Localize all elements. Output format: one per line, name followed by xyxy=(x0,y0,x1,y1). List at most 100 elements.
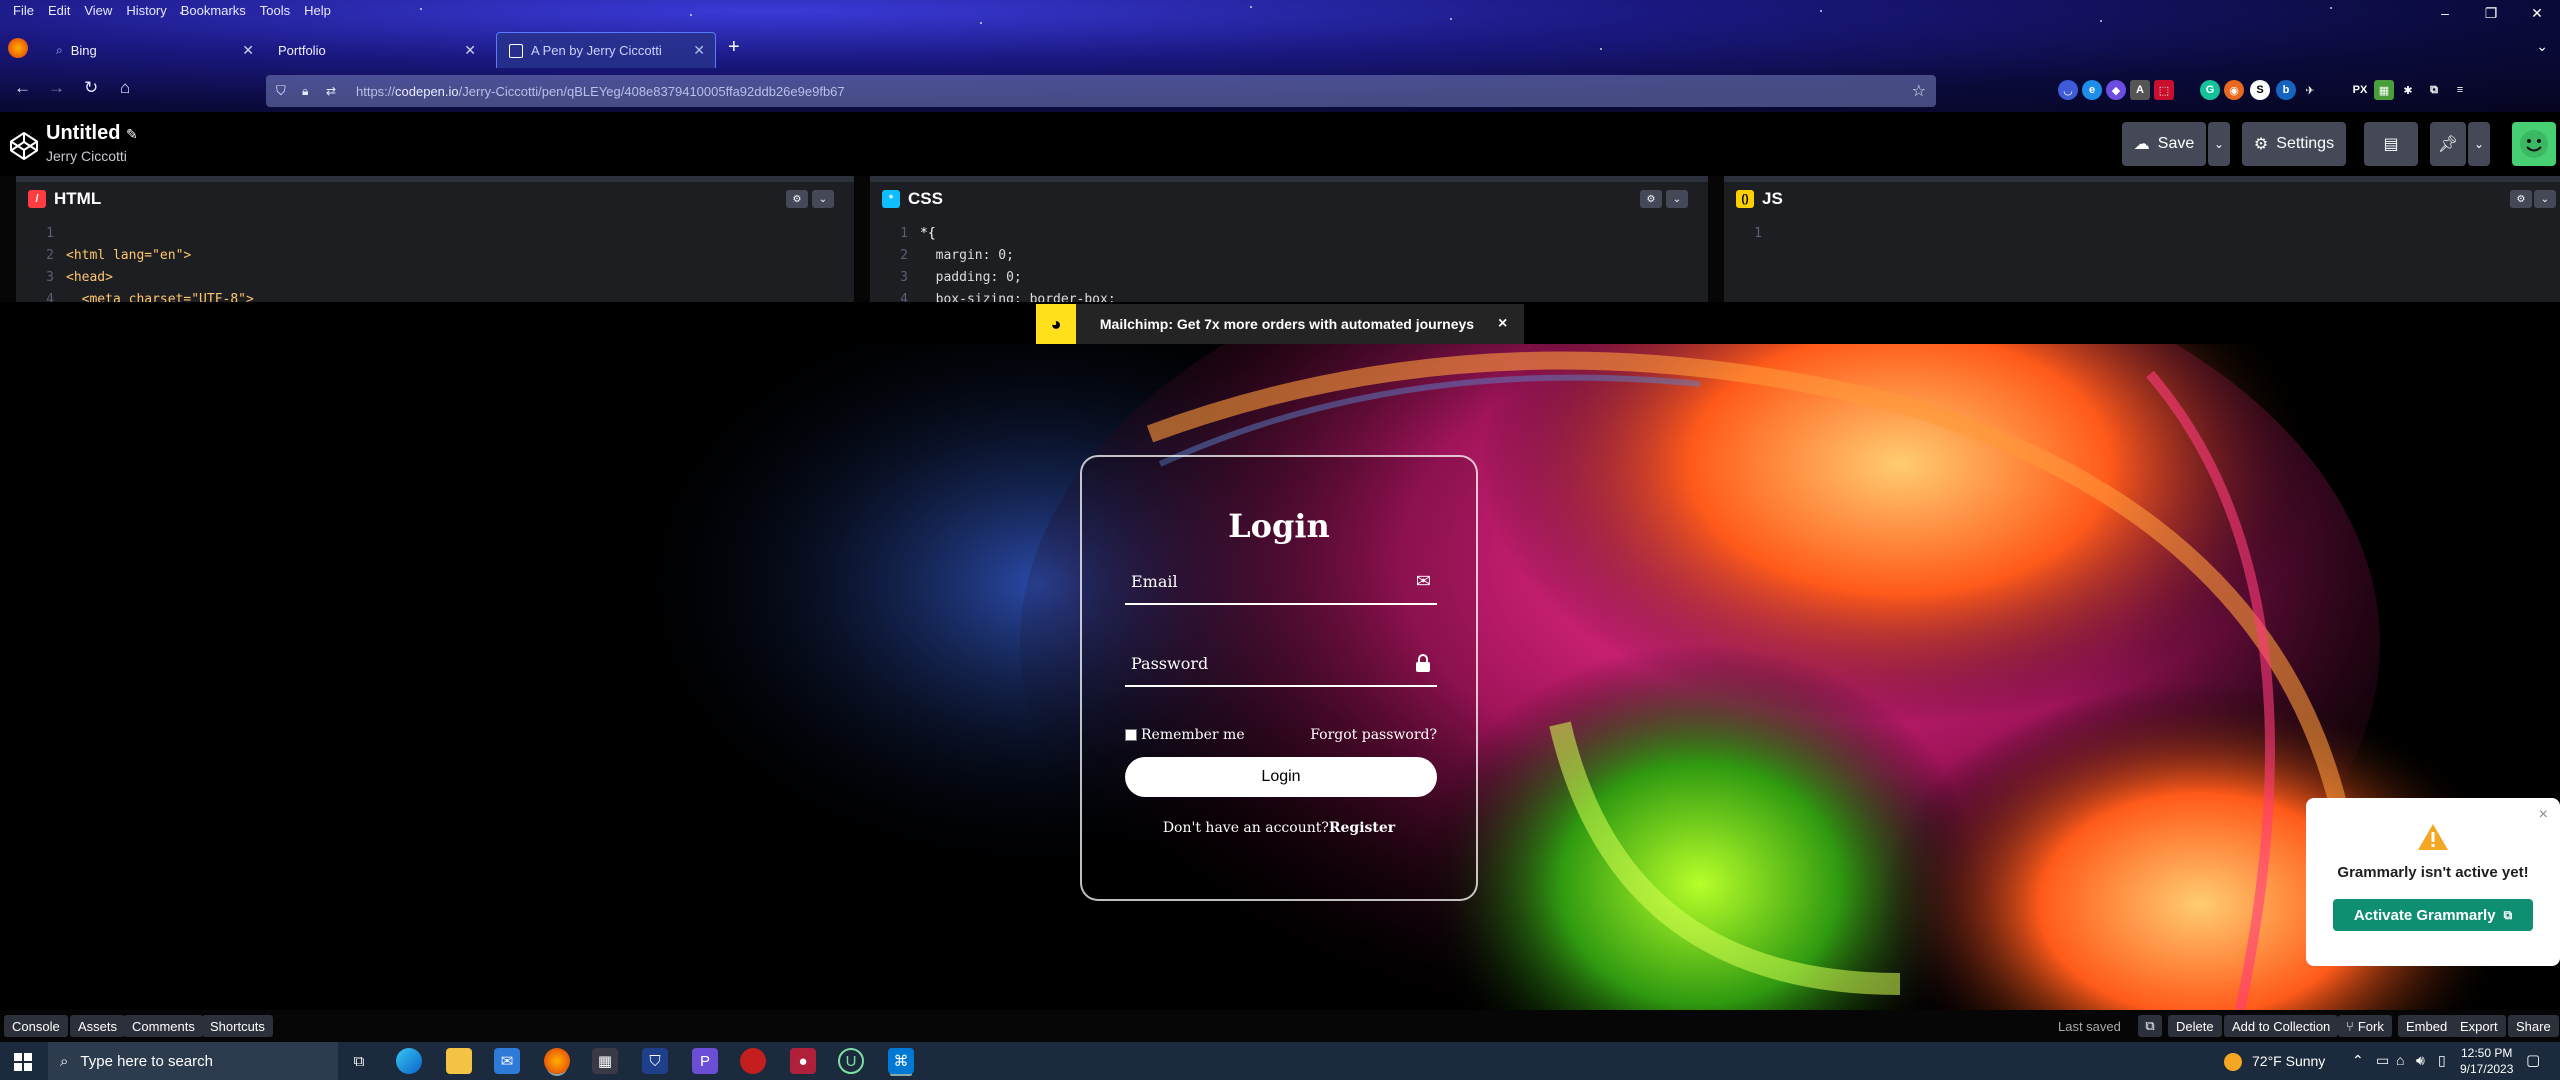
lock-icon[interactable]: 🔒︎ xyxy=(302,84,308,99)
forgot-password-link[interactable]: Forgot password? xyxy=(1310,727,1437,743)
save-button[interactable]: ☁ Save xyxy=(2122,122,2206,166)
grammarly-ext-icon[interactable]: G xyxy=(2200,80,2220,100)
volume-icon[interactable]: 🔊︎ xyxy=(2416,1052,2425,1069)
menu-view[interactable]: View xyxy=(77,3,119,18)
pocket-icon[interactable]: ◡ xyxy=(2058,80,2078,100)
file-explorer-icon[interactable] xyxy=(446,1048,472,1074)
upwork-icon[interactable]: U xyxy=(838,1048,864,1074)
extension-green-icon[interactable]: ▦ xyxy=(2374,80,2394,100)
html-code[interactable]: 1 2 <html lang="en"> 3 <head> 4 <meta char… xyxy=(16,216,854,302)
list-tabs-icon[interactable]: ⌄ xyxy=(2536,38,2548,55)
menu-history[interactable]: History xyxy=(119,3,173,18)
html-settings-button[interactable]: ⚙ xyxy=(786,190,808,208)
firefox-icon[interactable] xyxy=(8,38,28,58)
battery-icon[interactable]: ▯ xyxy=(2438,1052,2446,1069)
shield-icon[interactable]: ⛉ xyxy=(276,83,286,99)
task-view-icon[interactable]: ⧉ xyxy=(346,1048,372,1074)
codepen-logo-icon[interactable] xyxy=(8,130,40,162)
html-collapse-button[interactable]: ⌄ xyxy=(812,190,834,208)
assets-button[interactable]: Assets xyxy=(70,1015,126,1037)
menu-help[interactable]: Help xyxy=(297,3,338,18)
export-button[interactable]: Export xyxy=(2452,1015,2506,1037)
js-collapse-button[interactable]: ⌄ xyxy=(2534,190,2556,208)
p-app-icon[interactable]: P xyxy=(692,1048,718,1074)
mail-icon[interactable]: ✉ xyxy=(494,1048,520,1074)
close-tab-icon[interactable]: ✕ xyxy=(693,42,705,59)
store-icon[interactable]: ▦ xyxy=(592,1048,618,1074)
tab-bing[interactable]: ⌕ Bing ✕ xyxy=(44,32,264,68)
add-to-collection-button[interactable]: Add to Collection xyxy=(2224,1015,2339,1037)
js-code[interactable]: 1 xyxy=(1724,216,2560,302)
css-editor[interactable]: * CSS 1 *{ 2 margin: 0; 3 padding: 0; 4 b… xyxy=(870,176,1708,302)
pen-author[interactable]: Jerry Ciccotti xyxy=(46,148,127,164)
weather-text[interactable]: 72°F Sunny xyxy=(2252,1053,2325,1069)
remember-checkbox[interactable] xyxy=(1125,729,1137,741)
js-settings-button[interactable]: ⚙ xyxy=(2510,190,2532,208)
save-dropdown-button[interactable]: ⌄ xyxy=(2208,122,2230,166)
network-icon[interactable]: ⌂ xyxy=(2396,1052,2404,1068)
extensions-puzzle-icon[interactable]: ⧉ xyxy=(2424,80,2444,100)
close-window-icon[interactable]: ✕ xyxy=(2514,5,2560,22)
edge-icon[interactable] xyxy=(396,1048,422,1074)
delete-button[interactable]: Delete xyxy=(2168,1015,2222,1037)
url-bar[interactable]: ⛉ 🔒︎ ⇄ https:// codepen.io /Jerry-Ciccot… xyxy=(266,75,1936,107)
desktop-icon[interactable]: ▭ xyxy=(2376,1052,2389,1069)
remember-me[interactable]: Remember me xyxy=(1125,727,1245,743)
extension-shield-icon[interactable]: ◆ xyxy=(2106,80,2126,100)
grammarly-close-icon[interactable]: × xyxy=(2539,806,2548,824)
recorder-icon[interactable]: ● xyxy=(790,1048,816,1074)
login-button[interactable]: Login xyxy=(1125,757,1437,797)
menu-tools[interactable]: Tools xyxy=(253,3,297,18)
avatar[interactable] xyxy=(2512,122,2556,166)
menu-edit[interactable]: Edit xyxy=(41,3,77,18)
extension-bird-icon[interactable]: ✈ xyxy=(2300,80,2320,100)
html-editor[interactable]: / HTML 1 2 <html lang="en"> 3 <head> 4 <me… xyxy=(16,176,854,302)
extension-blue-icon[interactable]: e xyxy=(2082,80,2102,100)
menu-file[interactable]: File xyxy=(6,3,41,18)
close-tab-icon[interactable]: ✕ xyxy=(464,42,476,59)
ad-banner[interactable]: ◕ Mailchimp: Get 7x more orders with aut… xyxy=(1036,304,1524,344)
back-icon[interactable]: ← xyxy=(14,78,31,98)
pin-button[interactable]: 📌︎ xyxy=(2430,122,2466,166)
pen-title[interactable]: Untitled ✎ xyxy=(46,122,138,145)
new-tab-icon[interactable]: + xyxy=(728,36,740,59)
minimize-icon[interactable]: – xyxy=(2422,5,2468,21)
register-link[interactable]: Register xyxy=(1329,820,1395,836)
extension-orange-icon[interactable]: ◉ xyxy=(2224,80,2244,100)
close-tab-icon[interactable]: ✕ xyxy=(242,42,254,59)
js-editor[interactable]: () JS 1 ⚙ ⌄ xyxy=(1724,176,2560,302)
console-button[interactable]: Console xyxy=(4,1015,68,1037)
extension-b-icon[interactable]: b xyxy=(2276,80,2296,100)
email-field[interactable]: Email ✉ xyxy=(1125,559,1437,605)
vpn-shield-icon[interactable]: ⛉ xyxy=(642,1048,668,1074)
css-collapse-button[interactable]: ⌄ xyxy=(1666,190,1688,208)
open-external-button[interactable]: ⧉ xyxy=(2138,1015,2162,1037)
reload-icon[interactable]: ↻ xyxy=(84,78,98,98)
change-view-button[interactable]: ▤ xyxy=(2364,122,2418,166)
extension-a-icon[interactable]: A xyxy=(2130,80,2150,100)
css-code[interactable]: 1 *{ 2 margin: 0; 3 padding: 0; 4 box-siz… xyxy=(870,216,1708,302)
fork-button[interactable]: ⑂ Fork xyxy=(2338,1015,2392,1037)
embed-button[interactable]: Embed xyxy=(2398,1015,2456,1037)
bookmark-star-icon[interactable]: ☆ xyxy=(1912,81,1926,101)
notification-icon[interactable]: ▢ xyxy=(2526,1051,2540,1069)
restore-icon[interactable]: ❐ xyxy=(2468,5,2514,22)
extension-s-icon[interactable]: S xyxy=(2250,80,2270,100)
settings-button[interactable]: ⚙ Settings xyxy=(2242,122,2346,166)
css-settings-button[interactable]: ⚙ xyxy=(1640,190,1662,208)
vscode-icon[interactable]: ⌘ xyxy=(888,1048,914,1074)
app-menu-icon[interactable]: ≡ xyxy=(2450,80,2470,100)
extension-px-icon[interactable]: PX xyxy=(2350,80,2370,100)
password-field[interactable]: Password xyxy=(1125,641,1437,687)
permissions-icon[interactable]: ⇄ xyxy=(326,84,336,98)
chevron-up-icon[interactable]: ⌃ xyxy=(2352,1052,2364,1069)
ad-close-icon[interactable]: × xyxy=(1498,315,1524,333)
extension-red-icon[interactable]: ⬚ xyxy=(2154,80,2174,100)
home-icon[interactable]: ⌂ xyxy=(120,78,130,98)
pin-dropdown-button[interactable]: ⌄ xyxy=(2468,122,2490,166)
activate-grammarly-button[interactable]: Activate Grammarly ⧉ xyxy=(2333,899,2533,931)
firefox-taskbar-icon[interactable] xyxy=(544,1048,570,1074)
shortcuts-button[interactable]: Shortcuts xyxy=(202,1015,273,1037)
red-app-icon[interactable] xyxy=(740,1048,766,1074)
comments-button[interactable]: Comments xyxy=(124,1015,203,1037)
